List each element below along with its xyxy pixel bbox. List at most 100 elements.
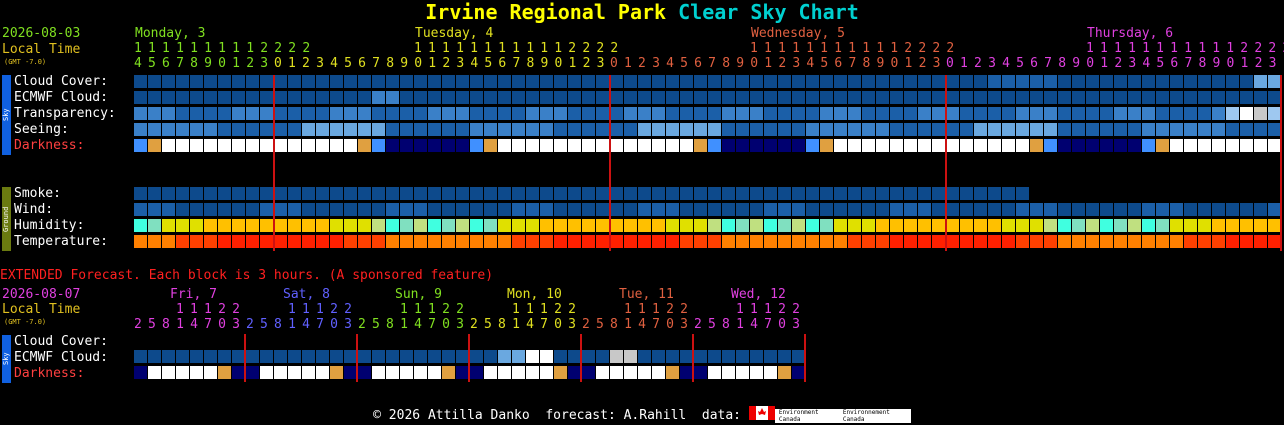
extended-darkness-cell bbox=[778, 366, 791, 379]
darkness-cell bbox=[1002, 139, 1015, 152]
ecmwf-cloud-cell bbox=[848, 91, 861, 104]
wind-cell bbox=[162, 203, 175, 216]
smoke-cell bbox=[582, 187, 595, 200]
seeing-cell bbox=[526, 123, 539, 136]
cloud-cover-cell bbox=[456, 75, 469, 88]
extended-ecmwf-cell bbox=[428, 350, 441, 363]
wind-cell bbox=[862, 203, 875, 216]
transparency-cell bbox=[946, 107, 959, 120]
extended-darkness-cell bbox=[764, 366, 777, 379]
transparency-cell bbox=[414, 107, 427, 120]
humidity-cell bbox=[582, 219, 595, 232]
humidity-cell bbox=[554, 219, 567, 232]
extended-darkness-cell bbox=[190, 366, 203, 379]
extended-darkness-cell bbox=[204, 366, 217, 379]
wind-cell bbox=[442, 203, 455, 216]
extended-hour-tens-2: 11122 bbox=[400, 302, 471, 317]
darkness-cell bbox=[1254, 139, 1267, 152]
temperature-cell bbox=[974, 235, 987, 248]
wind-cell bbox=[456, 203, 469, 216]
transparency-cell bbox=[1128, 107, 1141, 120]
temperature-cell bbox=[1212, 235, 1225, 248]
cloud-cover-cell bbox=[778, 75, 791, 88]
wind-cell bbox=[260, 203, 273, 216]
wind-cell bbox=[582, 203, 595, 216]
transparency-cell bbox=[1254, 107, 1267, 120]
extended-darkness-cell bbox=[610, 366, 623, 379]
extended-darkness-cell bbox=[666, 366, 679, 379]
cloud-cover-cell bbox=[302, 75, 315, 88]
transparency-cell bbox=[1240, 107, 1253, 120]
darkness-cell bbox=[274, 139, 287, 152]
cloud-cover-cell bbox=[414, 75, 427, 88]
temperature-cell bbox=[358, 235, 371, 248]
humidity-cell bbox=[1226, 219, 1239, 232]
extended-day-marker bbox=[804, 334, 806, 382]
temperature-cell bbox=[652, 235, 665, 248]
darkness-cell bbox=[554, 139, 567, 152]
seeing-cell bbox=[1058, 123, 1071, 136]
temperature-cell bbox=[834, 235, 847, 248]
transparency-cell bbox=[568, 107, 581, 120]
extended-ecmwf-cell bbox=[708, 350, 721, 363]
darkness-cell bbox=[596, 139, 609, 152]
cloud-cover-cell bbox=[204, 75, 217, 88]
seeing-cell bbox=[1100, 123, 1113, 136]
temperature-cell bbox=[918, 235, 931, 248]
transparency-cell bbox=[260, 107, 273, 120]
extended-darkness-cell bbox=[330, 366, 343, 379]
extended-darkness-cell bbox=[288, 366, 301, 379]
cloud-cover-cell bbox=[554, 75, 567, 88]
transparency-cell bbox=[638, 107, 651, 120]
extended-ecmwf-cell bbox=[134, 350, 147, 363]
sky-row-label-3: Seeing: bbox=[14, 122, 69, 137]
cloud-cover-cell bbox=[736, 75, 749, 88]
wind-cell bbox=[204, 203, 217, 216]
smoke-cell bbox=[442, 187, 455, 200]
ecmwf-cloud-cell bbox=[162, 91, 175, 104]
chart-name: Clear Sky Chart bbox=[678, 0, 859, 24]
cloud-cover-cell bbox=[400, 75, 413, 88]
hour-tens-3: 111111111112222 bbox=[1086, 41, 1284, 56]
seeing-cell bbox=[806, 123, 819, 136]
seeing-cell bbox=[554, 123, 567, 136]
humidity-cell bbox=[246, 219, 259, 232]
ecmwf-cloud-cell bbox=[568, 91, 581, 104]
smoke-cell bbox=[750, 187, 763, 200]
extended-day-marker bbox=[244, 334, 246, 382]
wind-cell bbox=[666, 203, 679, 216]
ecmwf-cloud-cell bbox=[722, 91, 735, 104]
extended-darkness-cell bbox=[596, 366, 609, 379]
humidity-cell bbox=[232, 219, 245, 232]
wind-cell bbox=[218, 203, 231, 216]
cloud-cover-cell bbox=[428, 75, 441, 88]
darkness-cell bbox=[960, 139, 973, 152]
smoke-cell bbox=[162, 187, 175, 200]
transparency-cell bbox=[372, 107, 385, 120]
darkness-cell bbox=[414, 139, 427, 152]
smoke-cell bbox=[610, 187, 623, 200]
ground-sidebar: Ground bbox=[2, 187, 11, 251]
temperature-cell bbox=[736, 235, 749, 248]
humidity-cell bbox=[526, 219, 539, 232]
ecmwf-cloud-cell bbox=[1086, 91, 1099, 104]
darkness-cell bbox=[568, 139, 581, 152]
extended-ecmwf-cell bbox=[302, 350, 315, 363]
seeing-cell bbox=[1114, 123, 1127, 136]
darkness-cell bbox=[1184, 139, 1197, 152]
transparency-cell bbox=[1030, 107, 1043, 120]
wind-cell bbox=[848, 203, 861, 216]
transparency-cell bbox=[596, 107, 609, 120]
extended-darkness-cell bbox=[428, 366, 441, 379]
ecmwf-cloud-cell bbox=[1030, 91, 1043, 104]
seeing-cell bbox=[232, 123, 245, 136]
extended-day-marker bbox=[468, 334, 470, 382]
extended-darkness-cell bbox=[484, 366, 497, 379]
ecmwf-cloud-cell bbox=[190, 91, 203, 104]
humidity-cell bbox=[946, 219, 959, 232]
wind-cell bbox=[414, 203, 427, 216]
seeing-cell bbox=[708, 123, 721, 136]
wind-cell bbox=[988, 203, 1001, 216]
cloud-cover-cell bbox=[722, 75, 735, 88]
cloud-cover-cell bbox=[946, 75, 959, 88]
